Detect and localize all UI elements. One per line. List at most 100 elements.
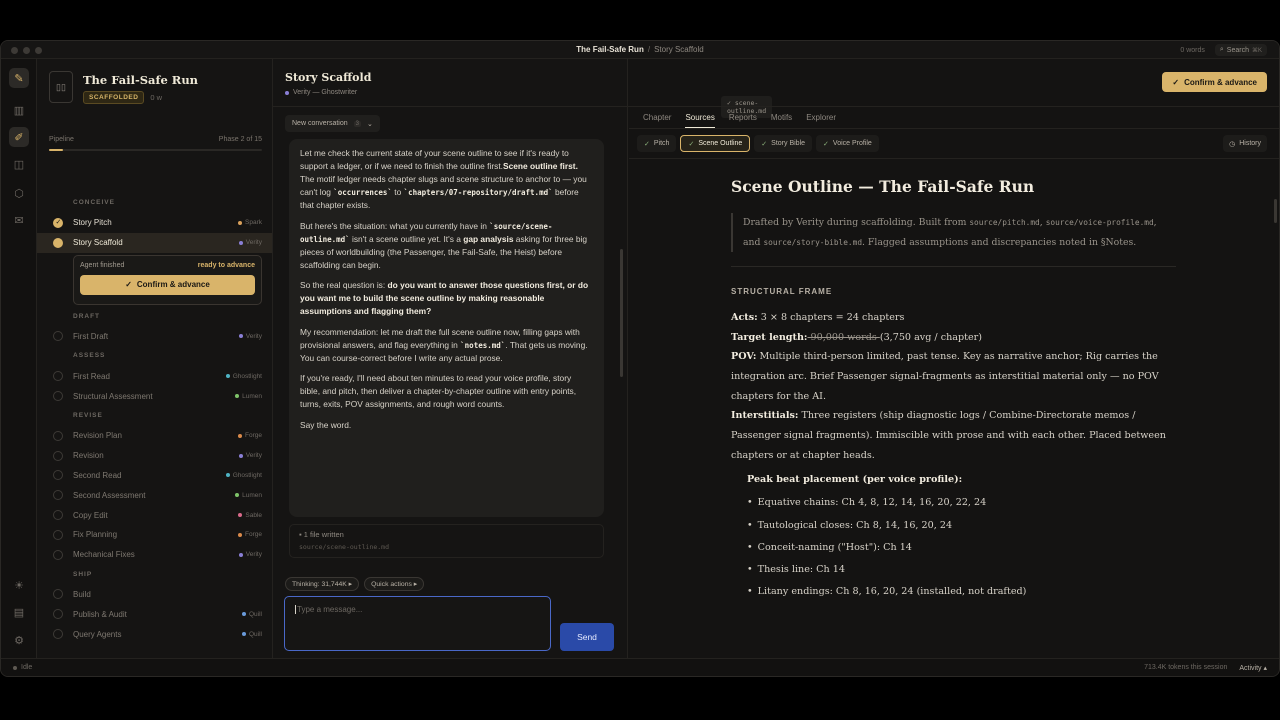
file-path: source/scene-outline.md [299,543,390,551]
close-window-button[interactable] [11,47,18,54]
subtab-scene-outline[interactable]: ✓ Scene Outline [680,135,751,152]
agent-dot [238,334,243,339]
stage-item[interactable]: Structural Assessment Lumen [37,386,272,406]
gear-icon[interactable]: ⚙ [9,630,29,650]
stage-item[interactable]: Copy Edit Sable [37,505,272,525]
tab-sources[interactable]: Sources [685,113,715,128]
mail-icon[interactable]: ✉ [9,210,29,230]
pipeline-phase: Phase 2 of 15 [218,136,262,143]
stage-status-icon [53,430,63,441]
message-code: `chapters/07-repository/draft.md` [403,188,553,198]
doc-rule [731,266,1176,268]
stage-item[interactable]: First Read Ghostlight [37,366,272,386]
minimize-window-button[interactable] [23,47,30,54]
doc-scrollbar[interactable] [1274,199,1277,223]
history-button[interactable]: ◷ History [1223,135,1267,152]
quote-path: source/story-bible.md [763,237,863,247]
tab-motifs[interactable]: Motifs [771,113,792,128]
stage-item[interactable]: Revision Plan Forge [37,426,272,446]
titlebar-page: Story Scaffold [654,45,704,54]
library-icon[interactable]: ▥ [9,100,29,120]
stage-item[interactable]: Query Agents Quill [37,624,272,644]
activity-button[interactable]: Activity ▴ [1239,664,1267,672]
agent-dot [285,90,289,95]
check-icon: ✓ [644,140,650,148]
stage-item[interactable]: First Draft Verity [37,327,272,347]
search-button[interactable]: ⌕ Search ⌘K [1214,44,1267,56]
pipeline-progress-fill [49,149,64,151]
message-text: to [391,187,404,198]
lightbulb-icon[interactable]: ☀ [9,575,29,595]
subtab-pitch[interactable]: ✓ Pitch [637,135,677,152]
zoom-window-button[interactable] [35,47,42,54]
message-placeholder: Type a message... [297,605,363,614]
quote-path: source/voice-profile.md [1045,218,1154,227]
pen-icon[interactable]: ✎ [9,68,29,88]
tab-chapter[interactable]: Chapter [643,113,671,128]
subtab-story-bible[interactable]: ✓ Story Bible [754,135,813,152]
doc-blockquote: Drafted by Verity during scaffolding. Bu… [731,213,1176,253]
stage-item[interactable]: Second Assessment Lumen [37,485,272,505]
titlebar-project: The Fail-Safe Run [576,45,644,54]
agent-status: Agent finished [80,261,125,269]
stage-label: Second Read [73,470,122,480]
message-input[interactable]: Type a message... [284,596,551,651]
search-label: Search [1226,46,1249,54]
tab-explorer[interactable]: Explorer [806,113,836,128]
message-paragraph: So the real question is: do you want to … [300,279,593,318]
agent-dot [238,532,243,537]
book-icon[interactable]: ◫ [9,154,29,174]
agent-dot [238,552,243,557]
cube-icon[interactable]: ⬡ [9,183,29,203]
doc-line-target: Target length: 90,000 words (3,750 avg /… [731,328,1176,348]
quick-actions-button[interactable]: Quick actions ▸ [364,577,425,591]
files-written-card[interactable]: ▪ 1 file written source/scene-outline.md [289,524,604,558]
agent-name: Spark [245,219,262,227]
header-divider [273,106,1279,107]
stage-item[interactable]: Build [37,585,272,605]
field-label: Target length: [731,331,808,343]
sidebar-confirm-button[interactable]: ✓ Confirm & advance [80,274,255,295]
stage-item[interactable]: Revision Verity [37,446,272,466]
doc-bullet-list: Equative chains: Ch 4, 8, 12, 14, 16, 20… [731,492,1176,603]
stage-agent: Quill [241,611,262,618]
subtab-voice-profile[interactable]: ✓ Voice Profile [816,135,879,152]
stage-status-icon [53,331,63,342]
stage-group-label: SHIP [73,570,93,578]
stage-status-icon [53,217,63,228]
confirm-advance-button[interactable]: ✓ Confirm & advance [1162,72,1267,92]
stage-item[interactable]: Fix Planning Forge [37,525,272,545]
agent-dot [241,632,246,637]
subtab-label: Voice Profile [832,140,872,147]
tab-reports[interactable]: Reports [729,113,757,128]
stage-agent: Lumen [235,492,262,499]
history-icon: ◷ [1229,140,1236,148]
stage-label: First Draft [73,331,109,341]
agent-name: Lumen [242,392,262,400]
send-button[interactable]: Send [560,623,614,651]
stage-group-label: ASSESS [73,352,106,360]
stage-item[interactable]: Story Scaffold Verity [37,232,272,253]
stage-label: Story Scaffold [73,238,123,248]
new-conversation-button[interactable]: New conversation 3 ⌄ [285,115,380,132]
stage-item[interactable]: Second Read Ghostlight [37,466,272,486]
book-cover-icon[interactable]: ▯▯ [49,71,73,103]
title-bar: The Fail-Safe Run / Story Scaffold 0 wor… [1,41,1279,59]
chart-icon[interactable]: ▤ [9,602,29,622]
stage-item[interactable]: Mechanical Fixes Verity [37,545,272,565]
chat-scrollbar[interactable] [620,249,623,377]
stage-status-icon [53,529,63,540]
pipeline-sidebar: ▯▯ The Fail-Safe Run SCAFFOLDED 0 w Pipe… [37,59,273,658]
check-icon: ✓ [1172,77,1180,87]
stage-item[interactable]: Story Pitch Spark [37,213,272,233]
message-text: So the real question is: [300,280,388,291]
stage-item[interactable]: Publish & Audit Quill [37,604,272,624]
stage-label: Revision [73,451,104,461]
subtab-label: Story Bible [771,140,806,147]
stage-group-label: CONCEIVE [73,199,115,206]
agent-name: Sable [245,511,262,519]
thinking-toggle[interactable]: Thinking: 31,744K ▸ [285,577,360,591]
pipeline-icon[interactable]: ✐ [9,127,29,147]
doc-section-heading: STRUCTURAL FRAME [731,287,833,297]
message-paragraph: But here's the situation: what you curre… [300,220,593,272]
